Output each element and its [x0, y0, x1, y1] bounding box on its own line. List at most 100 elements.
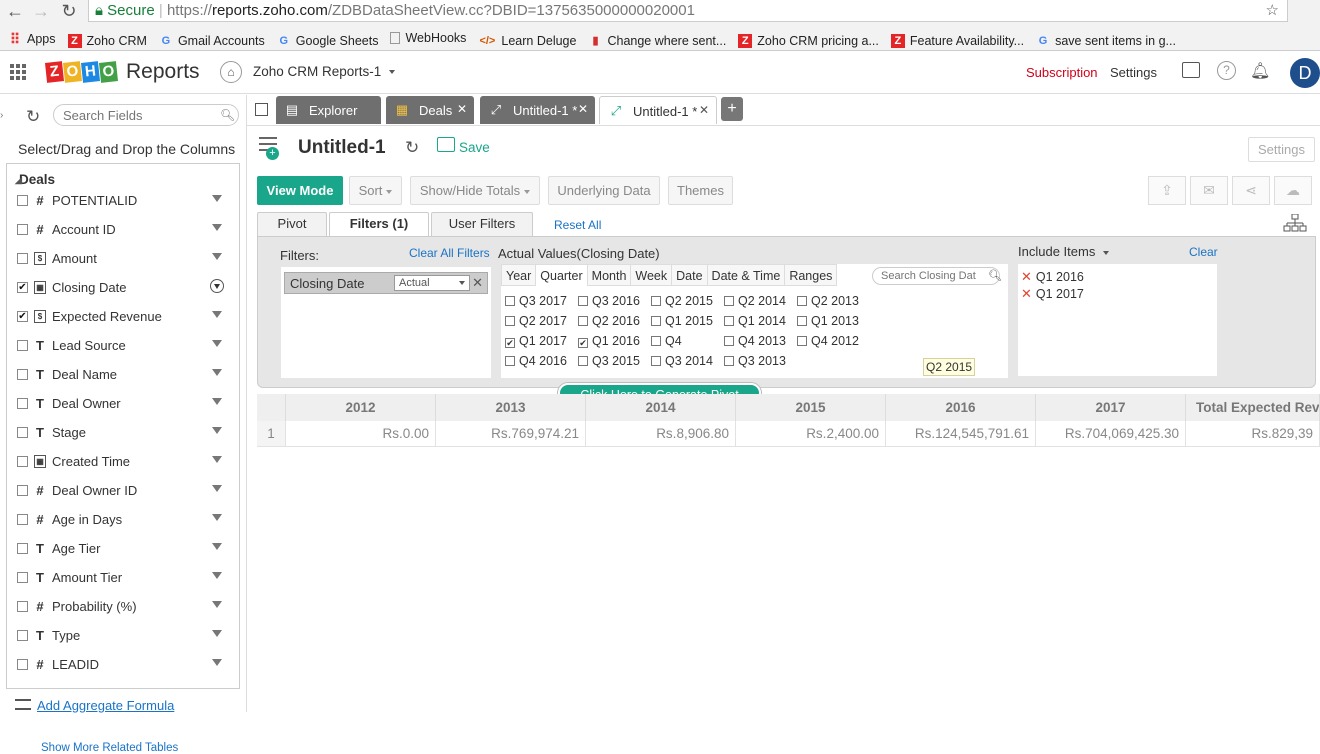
- clear-all-filters-link[interactable]: Clear All Filters: [409, 246, 490, 260]
- field-item[interactable]: # Deal Owner ID: [17, 482, 232, 502]
- quarter-option[interactable]: Q4 2012: [797, 334, 859, 348]
- quarter-checkbox[interactable]: [505, 316, 515, 326]
- report-settings-button[interactable]: Settings: [1248, 137, 1315, 162]
- bookmark-item[interactable]: Gsave sent items in g...: [1036, 30, 1176, 49]
- field-checkbox[interactable]: ✔: [17, 311, 28, 322]
- quarter-option[interactable]: Q1 2014: [724, 314, 786, 328]
- include-items-dropdown[interactable]: Include Items: [1018, 244, 1109, 259]
- help-icon[interactable]: ?: [1217, 61, 1236, 80]
- add-tab-button[interactable]: +: [721, 97, 743, 121]
- bookmark-item[interactable]: G Google Sheets: [277, 30, 379, 49]
- column-header[interactable]: 2014: [586, 394, 736, 421]
- field-checkbox[interactable]: [17, 543, 28, 554]
- quarter-option[interactable]: Q3 2013: [724, 354, 786, 368]
- granularity-tab[interactable]: Year: [501, 264, 537, 286]
- avatar[interactable]: D: [1290, 58, 1320, 88]
- column-header[interactable]: [257, 394, 286, 421]
- column-header[interactable]: Total Expected Rev: [1186, 394, 1320, 421]
- table-group-deals[interactable]: ◢ Deals: [15, 172, 55, 187]
- field-menu-arrow-icon[interactable]: [212, 514, 222, 521]
- remove-item-icon[interactable]: ✕: [1021, 286, 1032, 301]
- field-item[interactable]: $ Amount: [17, 250, 232, 270]
- quarter-checkbox[interactable]: [651, 296, 661, 306]
- field-menu-arrow-icon[interactable]: [212, 398, 222, 405]
- column-header[interactable]: 2016: [886, 394, 1036, 421]
- field-menu-arrow-icon[interactable]: [212, 659, 222, 666]
- field-checkbox[interactable]: [17, 253, 28, 264]
- field-checkbox[interactable]: [17, 630, 28, 641]
- bookmark-item[interactable]: Z Zoho CRM pricing a...: [738, 30, 879, 49]
- field-checkbox[interactable]: [17, 456, 28, 467]
- field-item[interactable]: # Age in Days: [17, 511, 232, 531]
- quarter-checkbox[interactable]: [724, 316, 734, 326]
- field-menu-arrow-icon[interactable]: [212, 572, 222, 579]
- field-menu-arrow-icon[interactable]: [212, 543, 222, 550]
- bookmark-item[interactable]: Z Zoho CRM: [67, 30, 147, 49]
- tab-filters[interactable]: Filters (1): [329, 212, 429, 236]
- sort-button[interactable]: Sort: [349, 176, 402, 205]
- field-checkbox[interactable]: [17, 340, 28, 351]
- tab-explorer[interactable]: ▤ Explorer: [276, 96, 381, 124]
- field-item[interactable]: T Amount Tier: [17, 569, 232, 589]
- show-hide-totals-button[interactable]: Show/Hide Totals: [410, 176, 540, 205]
- quarter-checkbox[interactable]: [578, 316, 588, 326]
- quarter-checkbox[interactable]: [724, 296, 734, 306]
- field-menu-arrow-icon[interactable]: [212, 427, 222, 434]
- field-checkbox[interactable]: [17, 572, 28, 583]
- workspace-selector[interactable]: Zoho CRM Reports-1: [253, 64, 396, 79]
- tab-pivot[interactable]: Pivot: [257, 212, 327, 236]
- filter-chip-closing-date[interactable]: Closing Date Actual ✕: [284, 272, 488, 294]
- field-menu-arrow-icon[interactable]: [212, 630, 222, 637]
- show-more-tables-link[interactable]: Show More Related Tables: [41, 742, 178, 754]
- quarter-option[interactable]: Q3 2017: [505, 294, 567, 308]
- field-item[interactable]: T Age Tier: [17, 540, 232, 560]
- column-header[interactable]: 2013: [436, 394, 586, 421]
- quarter-checkbox[interactable]: [797, 316, 807, 326]
- zoho-logo[interactable]: ZOHO Reports: [45, 60, 200, 84]
- tab-untitled-3[interactable]: ⤢ Untitled-1 * ✕: [599, 96, 717, 124]
- quarter-option[interactable]: ✔ Q1 2016: [578, 334, 640, 348]
- view-mode-button[interactable]: View Mode: [257, 176, 343, 205]
- quarter-checkbox[interactable]: [505, 356, 515, 366]
- table-cell[interactable]: Rs.704,069,425.30: [1036, 421, 1186, 447]
- granularity-tab[interactable]: Date & Time: [707, 264, 786, 286]
- quarter-checkbox[interactable]: ✔: [505, 338, 515, 348]
- quarter-option[interactable]: Q2 2015: [651, 294, 713, 308]
- hierarchy-icon[interactable]: [1283, 214, 1307, 232]
- table-cell[interactable]: Rs.8,906.80: [586, 421, 736, 447]
- add-aggregate-formula-link[interactable]: Add Aggregate Formula: [37, 698, 174, 713]
- save-button[interactable]: Save: [459, 140, 490, 155]
- field-menu-arrow-icon[interactable]: [212, 485, 222, 492]
- column-header[interactable]: 2015: [736, 394, 886, 421]
- field-checkbox[interactable]: [17, 601, 28, 612]
- column-header[interactable]: 2012: [286, 394, 436, 421]
- reset-all-link[interactable]: Reset All: [554, 218, 601, 232]
- field-menu-arrow-icon[interactable]: [212, 195, 222, 202]
- included-item[interactable]: ✕ Q1 2017: [1021, 286, 1084, 302]
- close-icon[interactable]: ✕: [699, 103, 709, 117]
- field-item[interactable]: ✔ $ Expected Revenue: [17, 308, 232, 328]
- reload-icon[interactable]: ↻: [58, 0, 80, 22]
- field-menu-arrow-icon[interactable]: [212, 224, 222, 231]
- bookmark-item[interactable]: </> Learn Deluge: [478, 30, 576, 49]
- quarter-option[interactable]: Q2 2017: [505, 314, 567, 328]
- bookmark-item[interactable]: G Gmail Accounts: [159, 30, 265, 49]
- quarter-option[interactable]: Q4 2016: [505, 354, 567, 368]
- field-menu-arrow-icon[interactable]: [212, 601, 222, 608]
- table-cell[interactable]: Rs.829,39: [1186, 421, 1320, 447]
- back-arrow-icon[interactable]: ←: [4, 0, 26, 22]
- filter-type-select[interactable]: Actual: [394, 275, 470, 291]
- field-item[interactable]: T Stage: [17, 424, 232, 444]
- quarter-option[interactable]: Q1 2013: [797, 314, 859, 328]
- search-icon[interactable]: 🔍︎: [988, 269, 1002, 282]
- field-menu-arrow-icon[interactable]: [212, 311, 222, 318]
- quarter-option[interactable]: Q2 2016: [578, 314, 640, 328]
- granularity-tab[interactable]: Ranges: [785, 264, 838, 286]
- quarter-checkbox[interactable]: [578, 356, 588, 366]
- quarter-option[interactable]: Q2 2014: [724, 294, 786, 308]
- field-item[interactable]: ▦ Created Time: [17, 453, 232, 473]
- quarter-option[interactable]: Q3 2015: [578, 354, 640, 368]
- quarter-checkbox[interactable]: [651, 356, 661, 366]
- refresh-fields-icon[interactable]: ↻: [26, 107, 40, 127]
- save-icon[interactable]: [437, 137, 455, 152]
